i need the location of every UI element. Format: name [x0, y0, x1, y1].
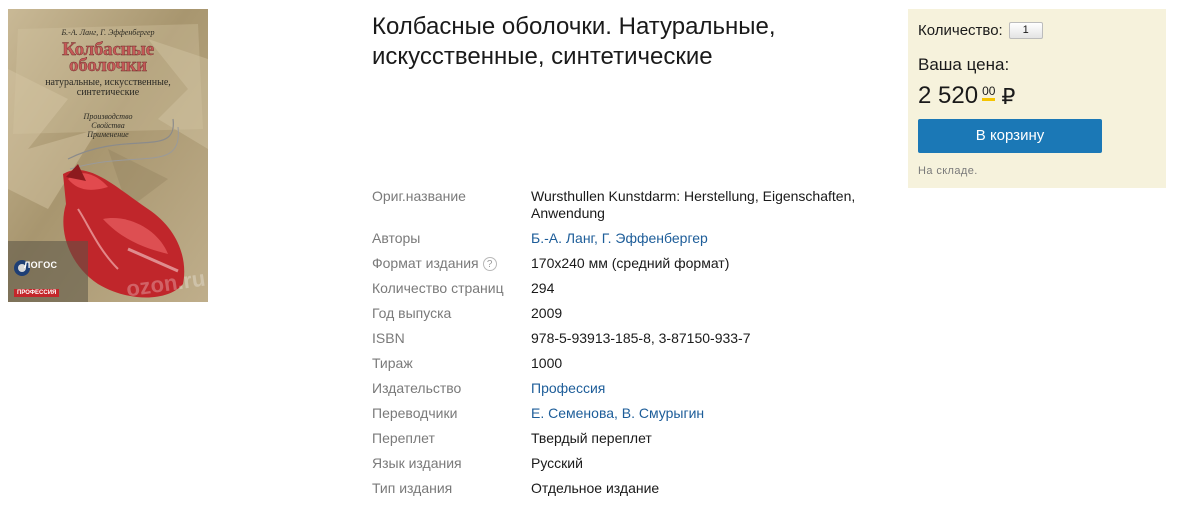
- spec-value: Отдельное издание: [531, 480, 660, 496]
- series-label: ПРОФЕССИЯ: [14, 289, 60, 297]
- cover-subtitle: натуральные, искусственные, синтетически…: [45, 77, 171, 98]
- spec-label: Авторы: [372, 230, 421, 246]
- price-cents: 00: [982, 85, 996, 101]
- spec-label: Язык издания: [372, 455, 462, 471]
- help-icon[interactable]: ?: [482, 257, 497, 271]
- spec-value: Русский: [531, 455, 583, 471]
- spec-value: 1000: [531, 355, 563, 371]
- spec-value: 170х240 мм (средний формат): [531, 255, 730, 271]
- spec-row-original-title: Ориг.название Wursthullen Kunstdarm: Her…: [372, 188, 892, 222]
- stock-status: На складе.: [918, 165, 978, 177]
- add-to-cart-button[interactable]: В корзину: [918, 119, 1102, 153]
- quantity-selector[interactable]: 1: [1008, 22, 1043, 39]
- price: 2 520 00 ₽: [918, 81, 1156, 111]
- price-label: Ваша цена:: [918, 55, 1010, 74]
- book-cover-image[interactable]: Б.-А. Ланг, Г. Эффенбергер Колбасные обо…: [8, 9, 208, 302]
- spec-row-isbn: ISBN 978-5-93913-185-8, 3-87150-933-7: [372, 330, 892, 347]
- spec-label: ISBN: [372, 330, 405, 346]
- spec-row-pages: Количество страниц 294: [372, 280, 892, 297]
- spec-row-edition-type: Тип издания Отдельное издание: [372, 480, 892, 497]
- spec-row-authors: Авторы Б.-А. Ланг, Г. Эффенбергер: [372, 230, 892, 247]
- spec-row-language: Язык издания Русский: [372, 455, 892, 472]
- spec-value: 978-5-93913-185-8, 3-87150-933-7: [531, 330, 751, 346]
- buy-box: Количество: 1 Ваша цена: 2 520 00 ₽ В ко…: [908, 9, 1166, 188]
- spec-row-year: Год выпуска 2009: [372, 305, 892, 322]
- quantity-row: Количество: 1: [918, 22, 1156, 39]
- publisher-logo: ЛОГОС: [24, 260, 58, 270]
- product-specs: Ориг.название Wursthullen Kunstdarm: Her…: [372, 188, 892, 505]
- spec-value: Wursthullen Kunstdarm: Herstellung, Eige…: [531, 188, 856, 221]
- spec-row-binding: Переплет Твердый переплет: [372, 430, 892, 447]
- cover-tagline: Производство Свойства Применение: [83, 112, 133, 139]
- spec-label: Тираж: [372, 355, 413, 371]
- spec-label: Год выпуска: [372, 305, 452, 321]
- spec-row-translators: Переводчики Е. Семенова, В. Смурыгин: [372, 405, 892, 422]
- spec-label: Переплет: [372, 430, 435, 446]
- spec-value: 2009: [531, 305, 563, 321]
- ruble-icon: ₽: [1001, 84, 1016, 109]
- spec-label: Формат издания?: [372, 255, 531, 272]
- spec-row-circulation: Тираж 1000: [372, 355, 892, 372]
- spec-label: Переводчики: [372, 405, 458, 421]
- spec-row-format: Формат издания? 170х240 мм (средний форм…: [372, 255, 892, 272]
- spec-label: Количество страниц: [372, 280, 504, 296]
- spec-label: Тип издания: [372, 480, 453, 496]
- publisher-link[interactable]: Профессия: [531, 380, 871, 397]
- quantity-label: Количество:: [918, 22, 1003, 39]
- spec-label: Издательство: [372, 380, 462, 396]
- spec-value: Твердый переплет: [531, 430, 652, 446]
- authors-link[interactable]: Б.-А. Ланг, Г. Эффенбергер: [531, 230, 871, 247]
- translators-link[interactable]: Е. Семенова, В. Смурыгин: [531, 405, 871, 422]
- cover-title: Колбасные оболочки: [62, 39, 154, 76]
- cover-authors: Б.-А. Ланг, Г. Эффенбергер: [61, 28, 155, 37]
- spec-row-publisher: Издательство Профессия: [372, 380, 892, 397]
- spec-label: Ориг.название: [372, 188, 466, 204]
- product-title: Колбасные оболочки. Натуральные, искусст…: [372, 13, 776, 70]
- spec-value: 294: [531, 280, 555, 296]
- price-amount: 2 520: [918, 82, 979, 109]
